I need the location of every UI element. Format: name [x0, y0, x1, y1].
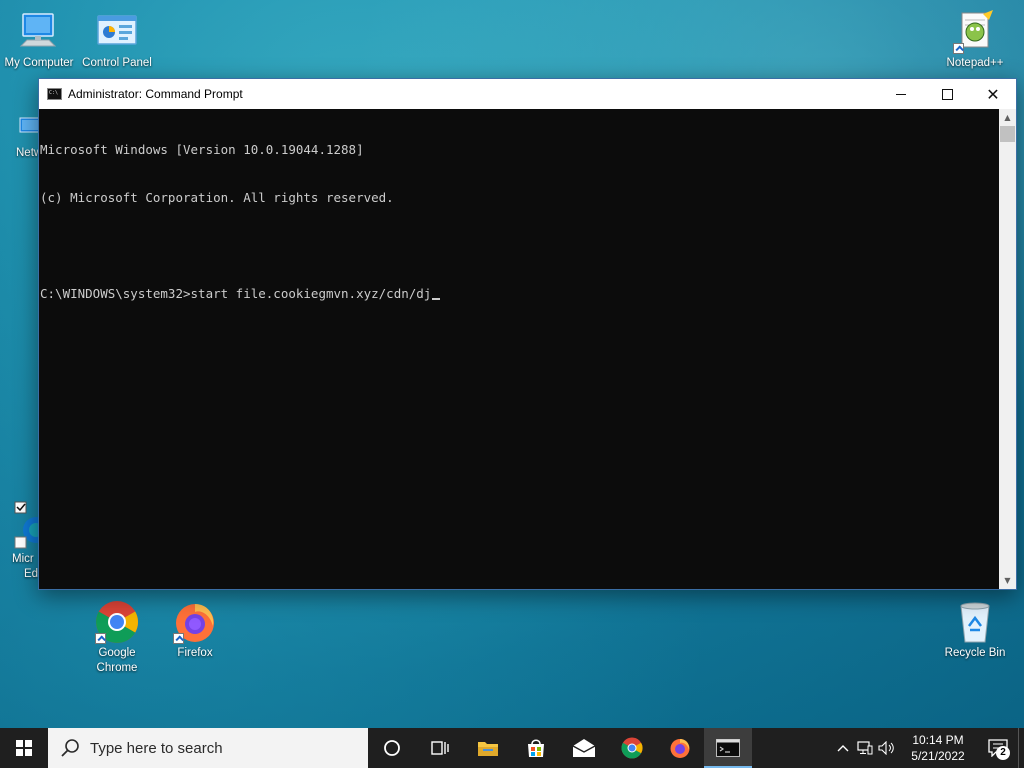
close-icon: ✕ [986, 84, 1000, 104]
desktop-icon-label: Google Chrome [96, 647, 138, 674]
desktop-icon-label: Notepad++ [946, 57, 1004, 69]
search-placeholder: Type here to search [90, 739, 223, 757]
desktop-icon-label: Recycle Bin [944, 647, 1006, 659]
desktop-icon-label: Ed [24, 568, 39, 580]
start-button[interactable] [0, 728, 48, 768]
taskbar-google-chrome[interactable] [608, 728, 656, 768]
windows-logo-icon [16, 740, 32, 756]
command-prompt-window[interactable]: Administrator: Command Prompt ✕ Microsof… [38, 78, 1017, 590]
maximize-button[interactable] [924, 79, 970, 109]
volume-icon[interactable] [876, 728, 898, 768]
chrome-icon [621, 737, 643, 759]
notepad-plus-plus-icon [953, 10, 997, 54]
shortcut-arrow-icon [953, 43, 964, 54]
desktop-icon-label: Firefox [177, 647, 213, 659]
window-controls: ✕ [878, 79, 1016, 109]
taskbar-search-box[interactable]: Type here to search [48, 728, 368, 768]
cortana-icon [384, 740, 400, 756]
console-line: Microsoft Windows [Version 10.0.19044.12… [40, 142, 364, 157]
file-explorer-icon [478, 742, 498, 756]
show-hidden-icons-chevron-icon[interactable] [832, 728, 854, 768]
maximize-icon [941, 88, 953, 100]
store-icon [528, 739, 544, 757]
taskbar-firefox[interactable] [656, 728, 704, 768]
clock-date: 5/21/2022 [911, 749, 965, 763]
taskbar-microsoft-store[interactable] [512, 728, 560, 768]
text-cursor [432, 298, 441, 300]
cmd-icon [716, 739, 740, 757]
taskbar: Type here to search 10:14 PM 5/21/2022 2 [0, 728, 1024, 768]
firefox-icon [173, 600, 217, 644]
desktop-icon-firefox[interactable]: Firefox [156, 600, 234, 661]
recycle-bin-icon [953, 600, 997, 644]
desktop-icon-label: Netw [16, 147, 43, 159]
window-titlebar[interactable]: Administrator: Command Prompt ✕ [39, 79, 1016, 109]
desktop-icon-notepad-plus-plus[interactable]: Notepad++ [936, 10, 1014, 71]
desktop-icon-control-panel[interactable]: Control Panel [78, 10, 156, 71]
notification-count-badge: 2 [996, 746, 1010, 760]
console-prompt-line: C:\WINDOWS\system32>start file.cookiegmv… [40, 286, 999, 302]
taskbar-task-view[interactable] [416, 728, 464, 768]
control-panel-icon [95, 10, 139, 54]
system-tray: 10:14 PM 5/21/2022 2 [832, 728, 1024, 768]
action-center-button[interactable]: 2 [978, 728, 1018, 768]
scroll-up-arrow-icon[interactable]: ▲ [999, 109, 1016, 126]
taskbar-clock[interactable]: 10:14 PM 5/21/2022 [902, 732, 974, 764]
vertical-scrollbar[interactable]: ▲ ▼ [999, 109, 1016, 589]
shortcut-arrow-icon [95, 633, 106, 644]
taskbar-command-prompt[interactable] [704, 728, 752, 768]
cmd-icon [47, 88, 62, 100]
taskbar-cortana[interactable] [368, 728, 416, 768]
console-command: C:\WINDOWS\system32>start file.cookiegmv… [40, 286, 432, 301]
close-button[interactable]: ✕ [970, 79, 1016, 109]
scroll-thumb[interactable] [1000, 126, 1015, 142]
show-desktop-button[interactable] [1018, 728, 1024, 768]
console-output[interactable]: Microsoft Windows [Version 10.0.19044.12… [39, 109, 999, 589]
minimize-icon [896, 93, 906, 95]
desktop-icon-recycle-bin[interactable]: Recycle Bin [936, 600, 1014, 661]
console-line-blank [40, 238, 999, 254]
chrome-icon [95, 600, 139, 644]
scroll-down-arrow-icon[interactable]: ▼ [999, 572, 1016, 589]
desktop-icon-label: Micr [12, 553, 34, 565]
clock-time: 10:14 PM [912, 733, 964, 747]
taskbar-mail[interactable] [560, 728, 608, 768]
desktop-icon-microsoft-edge[interactable]: Micr Ed [0, 500, 49, 582]
desktop-icon-network[interactable]: Netw [0, 114, 43, 161]
mail-icon [572, 739, 596, 757]
taskbar-file-explorer[interactable] [464, 728, 512, 768]
desktop-icon-label: My Computer [4, 57, 74, 69]
desktop-icon-label: Control Panel [82, 57, 152, 69]
network-tray-icon[interactable] [854, 728, 876, 768]
task-view-icon [431, 741, 449, 755]
desktop-icon-my-computer[interactable]: My Computer [0, 10, 78, 71]
computer-icon [17, 10, 61, 54]
search-icon [60, 737, 82, 759]
desktop-icon-google-chrome[interactable]: Google Chrome [78, 600, 156, 676]
shortcut-arrow-icon [173, 633, 184, 644]
minimize-button[interactable] [878, 79, 924, 109]
console-line: (c) Microsoft Corporation. All rights re… [40, 190, 394, 205]
window-title: Administrator: Command Prompt [68, 87, 243, 101]
firefox-icon [670, 739, 690, 758]
